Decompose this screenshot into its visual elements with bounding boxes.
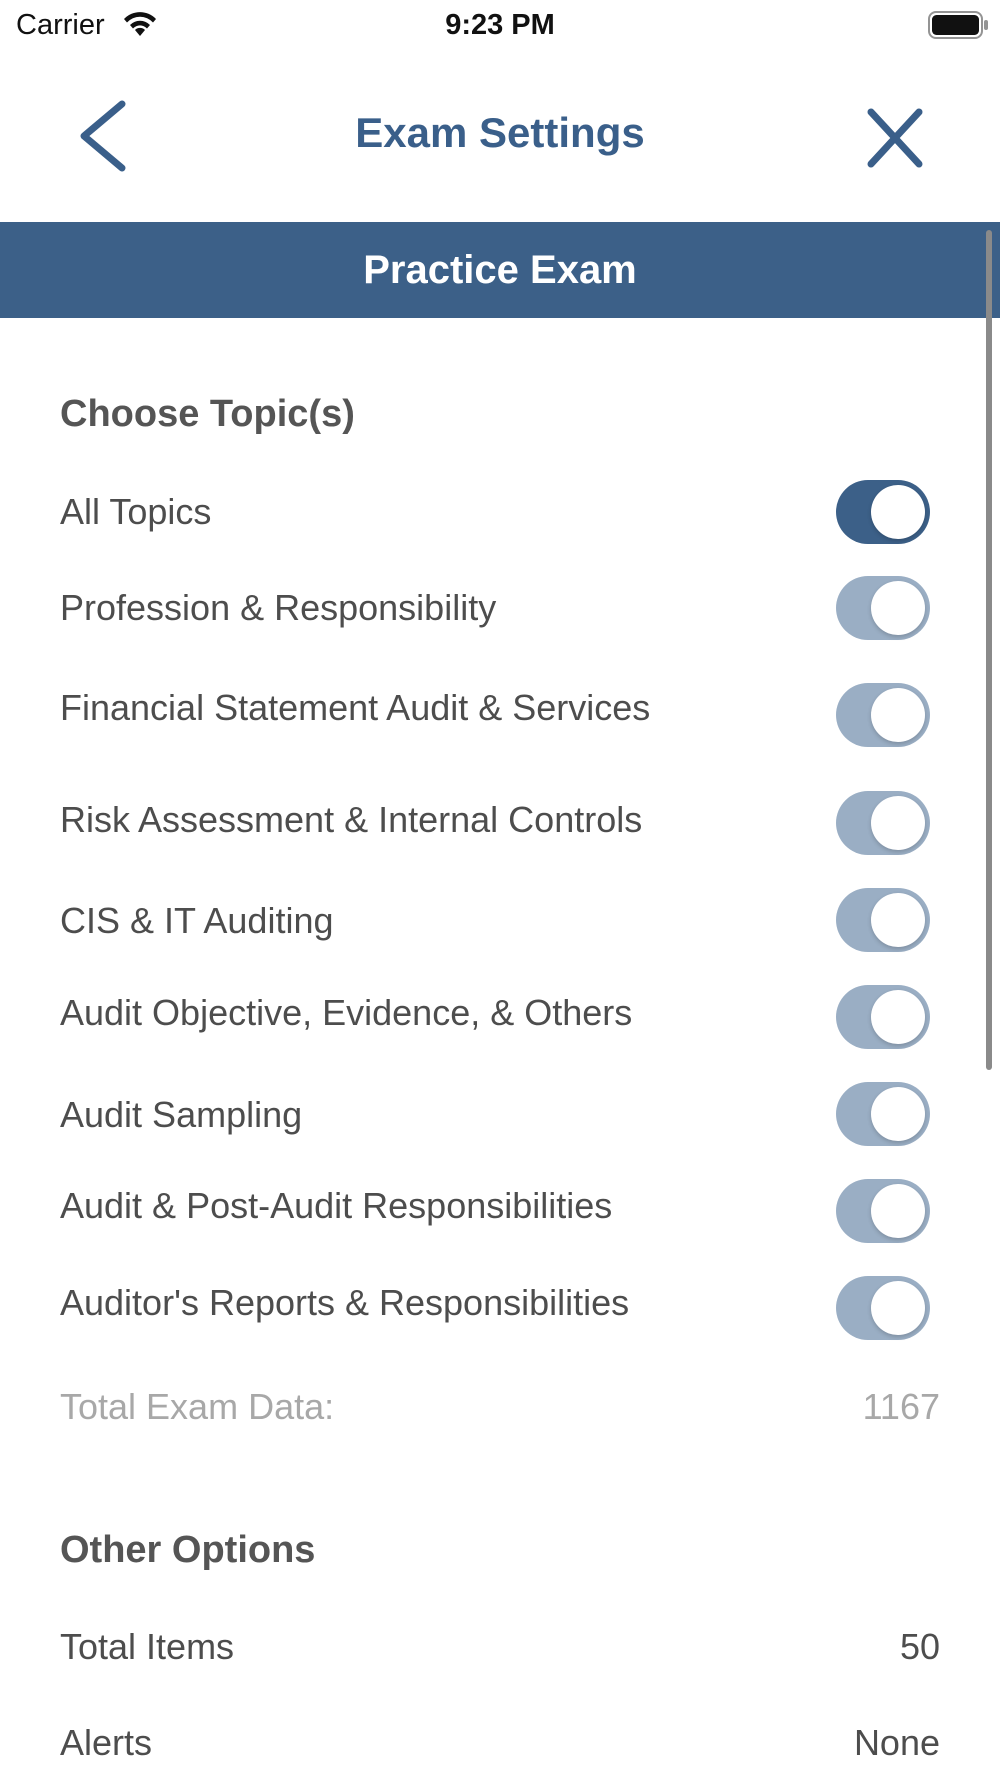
battery-icon — [928, 11, 988, 39]
topic-label: CIS & IT Auditing — [60, 900, 334, 941]
banner-title: Practice Exam — [363, 248, 637, 292]
topic-row: Risk Assessment & Internal Controls — [0, 775, 1000, 865]
alerts-value: None — [853, 1722, 940, 1763]
toggle-knob — [871, 485, 925, 539]
topic-row: All Topics — [0, 467, 1000, 557]
page-title: Exam Settings — [355, 109, 645, 156]
topic-toggle[interactable] — [836, 683, 930, 747]
toggle-knob — [871, 1281, 925, 1335]
topic-label: All Topics — [60, 491, 212, 532]
topic-toggle[interactable] — [836, 985, 930, 1049]
toggle-knob — [871, 1087, 925, 1141]
topic-toggle[interactable] — [836, 791, 930, 855]
other-options-heading: Other Options — [60, 1529, 316, 1571]
topic-label: Audit & Post-Audit Responsibilities — [60, 1185, 613, 1226]
topic-row: Auditor's Reports & Responsibilities — [0, 1258, 1000, 1348]
topic-toggle[interactable] — [836, 1179, 930, 1243]
topic-row: Financial Statement Audit & Services — [0, 663, 1000, 753]
topic-row: CIS & IT Auditing — [0, 876, 1000, 966]
navigation-bar: Exam Settings — [0, 52, 1000, 222]
alerts-label: Alerts — [60, 1722, 153, 1763]
toggle-knob — [871, 796, 925, 850]
total-exam-data-value: 1167 — [862, 1386, 940, 1427]
toggle-knob — [871, 1184, 925, 1238]
toggle-knob — [871, 893, 925, 947]
topic-toggle[interactable] — [836, 576, 930, 640]
section-banner: Practice Exam — [0, 222, 1000, 318]
topic-toggle[interactable] — [836, 1276, 930, 1340]
all-topics-toggle[interactable] — [836, 480, 930, 544]
close-icon — [867, 108, 923, 168]
topic-row: Audit Sampling — [0, 1070, 1000, 1160]
topic-label: Auditor's Reports & Responsibilities — [60, 1282, 630, 1323]
topic-row: Audit Objective, Evidence, & Others — [0, 968, 1000, 1058]
topic-label: Audit Objective, Evidence, & Others — [60, 992, 633, 1033]
toggle-knob — [871, 581, 925, 635]
topic-label: Financial Statement Audit & Services — [60, 687, 651, 728]
status-time: 9:23 PM — [445, 9, 555, 41]
topic-row: Profession & Responsibility — [0, 563, 1000, 653]
toggle-knob — [871, 990, 925, 1044]
total-items-value: 50 — [899, 1626, 940, 1667]
topic-label: Profession & Responsibility — [60, 587, 497, 628]
topics-heading: Choose Topic(s) — [60, 393, 355, 435]
topic-label: Risk Assessment & Internal Controls — [60, 799, 643, 840]
alerts-row[interactable]: Alerts None — [0, 1713, 1000, 1773]
close-button[interactable] — [862, 102, 928, 174]
total-exam-data-row: Total Exam Data: 1167 — [0, 1377, 1000, 1437]
total-items-label: Total Items — [60, 1626, 235, 1667]
topic-label: Audit Sampling — [60, 1094, 303, 1135]
topic-toggle[interactable] — [836, 888, 930, 952]
toggle-knob — [871, 688, 925, 742]
status-bar: Carrier 9:23 PM — [0, 0, 1000, 52]
topic-row: Audit & Post-Audit Responsibilities — [0, 1161, 1000, 1251]
total-items-row[interactable]: Total Items 50 — [0, 1617, 1000, 1677]
topic-toggle[interactable] — [836, 1082, 930, 1146]
total-exam-data-label: Total Exam Data: — [60, 1386, 335, 1427]
